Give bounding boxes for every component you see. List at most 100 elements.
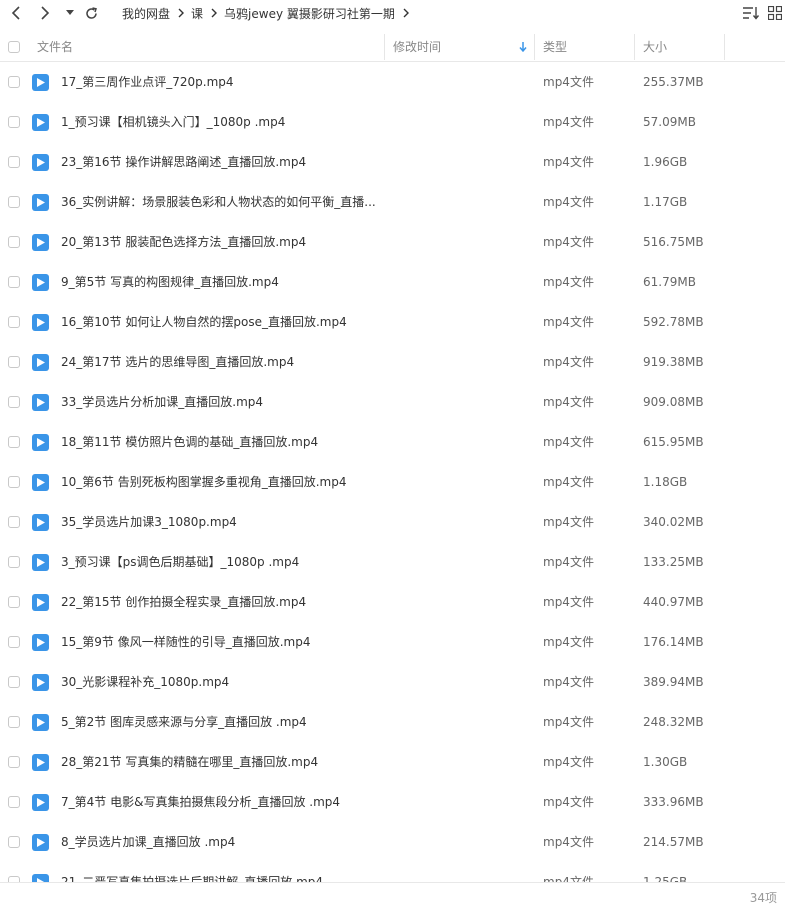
file-name[interactable]: 30_光影课程补充_1080p.mp4 — [61, 662, 376, 702]
grid-view-icon — [768, 6, 782, 20]
row-checkbox[interactable] — [8, 796, 20, 808]
row-checkbox[interactable] — [8, 356, 20, 368]
column-divider[interactable] — [534, 34, 535, 60]
file-name[interactable]: 28_第21节 写真集的精髓在哪里_直播回放.mp4 — [61, 742, 376, 782]
row-checkbox[interactable] — [8, 156, 20, 168]
row-checkbox[interactable] — [8, 636, 20, 648]
history-dropdown-button[interactable] — [63, 0, 77, 26]
file-name[interactable]: 18_第11节 模仿照片色调的基础_直播回放.mp4 — [61, 422, 376, 462]
breadcrumb-course[interactable]: 课 — [191, 5, 203, 22]
file-row[interactable]: 18_第11节 模仿照片色调的基础_直播回放.mp4 mp4文件 615.95MB — [0, 422, 785, 462]
breadcrumb-my-drive[interactable]: 我的网盘 — [122, 5, 170, 22]
file-row[interactable]: 23_第16节 操作讲解思路阐述_直播回放.mp4 mp4文件 1.96GB — [0, 142, 785, 182]
row-checkbox[interactable] — [8, 436, 20, 448]
column-header-size[interactable]: 大小 — [643, 32, 667, 61]
file-row[interactable]: 33_学员选片分析加课_直播回放.mp4 mp4文件 909.08MB — [0, 382, 785, 422]
toolbar: 我的网盘 课 乌鸦jewey 翼摄影研习社第一期 — [0, 0, 785, 26]
file-row[interactable]: 22_第15节 创作拍摄全程实录_直播回放.mp4 mp4文件 440.97MB — [0, 582, 785, 622]
sort-down-arrow-icon[interactable] — [519, 32, 527, 61]
row-checkbox[interactable] — [8, 396, 20, 408]
video-file-icon — [32, 234, 49, 251]
row-checkbox[interactable] — [8, 276, 20, 288]
row-checkbox[interactable] — [8, 756, 20, 768]
file-size: 248.32MB — [643, 715, 704, 729]
file-name[interactable]: 9_第5节 写真的构图规律_直播回放.mp4 — [61, 262, 376, 302]
row-checkbox[interactable] — [8, 596, 20, 608]
file-name[interactable]: 1_预习课【相机镜头入门】_1080p .mp4 — [61, 102, 376, 142]
refresh-button[interactable] — [81, 0, 101, 26]
view-mode-button[interactable] — [766, 0, 784, 26]
column-divider[interactable] — [724, 34, 725, 60]
file-name[interactable]: 24_第17节 选片的思维导图_直播回放.mp4 — [61, 342, 376, 382]
file-name[interactable]: 7_第4节 电影&写真集拍摄焦段分析_直播回放 .mp4 — [61, 782, 376, 822]
back-button[interactable] — [5, 0, 27, 26]
row-checkbox[interactable] — [8, 556, 20, 568]
file-name[interactable]: 16_第10节 如何让人物自然的摆pose_直播回放.mp4 — [61, 302, 376, 342]
select-all-checkbox[interactable] — [8, 32, 20, 61]
column-header-name[interactable]: 文件名 — [37, 32, 73, 61]
file-name[interactable]: 22_第15节 创作拍摄全程实录_直播回放.mp4 — [61, 582, 376, 622]
row-checkbox[interactable] — [8, 476, 20, 488]
file-size: 1.25GB — [643, 875, 688, 882]
forward-button[interactable] — [34, 0, 56, 26]
file-size: 133.25MB — [643, 555, 704, 569]
file-row[interactable]: 10_第6节 告别死板构图掌握多重视角_直播回放.mp4 mp4文件 1.18GB — [0, 462, 785, 502]
row-checkbox[interactable] — [8, 676, 20, 688]
file-name[interactable]: 8_学员选片加课_直播回放 .mp4 — [61, 822, 376, 862]
file-row[interactable]: 21_二严写真集拍摄选片后期讲解_直播回放.mp4 mp4文件 1.25GB — [0, 862, 785, 882]
file-size: 516.75MB — [643, 235, 704, 249]
file-name[interactable]: 3_预习课【ps调色后期基础】_1080p .mp4 — [61, 542, 376, 582]
file-size: 214.57MB — [643, 835, 704, 849]
file-name[interactable]: 23_第16节 操作讲解思路阐述_直播回放.mp4 — [61, 142, 376, 182]
file-row[interactable]: 5_第2节 图库灵感来源与分享_直播回放 .mp4 mp4文件 248.32MB — [0, 702, 785, 742]
file-row[interactable]: 8_学员选片加课_直播回放 .mp4 mp4文件 214.57MB — [0, 822, 785, 862]
column-divider[interactable] — [384, 34, 385, 60]
chevron-right-icon[interactable] — [403, 8, 409, 18]
row-checkbox[interactable] — [8, 236, 20, 248]
sort-menu-button[interactable] — [740, 0, 762, 26]
column-header-type[interactable]: 类型 — [543, 32, 567, 61]
chevron-right-icon — [211, 8, 218, 18]
file-row[interactable]: 30_光影课程补充_1080p.mp4 mp4文件 389.94MB — [0, 662, 785, 702]
file-name[interactable]: 21_二严写真集拍摄选片后期讲解_直播回放.mp4 — [61, 862, 376, 882]
file-name[interactable]: 10_第6节 告别死板构图掌握多重视角_直播回放.mp4 — [61, 462, 376, 502]
file-row[interactable]: 7_第4节 电影&写真集拍摄焦段分析_直播回放 .mp4 mp4文件 333.96M… — [0, 782, 785, 822]
file-row[interactable]: 15_第9节 像风一样随性的引导_直播回放.mp4 mp4文件 176.14MB — [0, 622, 785, 662]
file-row[interactable]: 16_第10节 如何让人物自然的摆pose_直播回放.mp4 mp4文件 592.7… — [0, 302, 785, 342]
file-name[interactable]: 17_第三周作业点评_720p.mp4 — [61, 62, 376, 102]
column-header-modified[interactable]: 修改时间 — [393, 32, 441, 61]
file-row[interactable]: 35_学员选片加课3_1080p.mp4 mp4文件 340.02MB — [0, 502, 785, 542]
file-row[interactable]: 9_第5节 写真的构图规律_直播回放.mp4 mp4文件 61.79MB — [0, 262, 785, 302]
file-name[interactable]: 33_学员选片分析加课_直播回放.mp4 — [61, 382, 376, 422]
file-row[interactable]: 24_第17节 选片的思维导图_直播回放.mp4 mp4文件 919.38MB — [0, 342, 785, 382]
file-type: mp4文件 — [543, 195, 594, 209]
row-checkbox[interactable] — [8, 516, 20, 528]
breadcrumb-current-folder[interactable]: 乌鸦jewey 翼摄影研习社第一期 — [224, 5, 395, 22]
row-checkbox[interactable] — [8, 836, 20, 848]
file-name[interactable]: 15_第9节 像风一样随性的引导_直播回放.mp4 — [61, 622, 376, 662]
file-size: 1.18GB — [643, 475, 688, 489]
file-row[interactable]: 36_实例讲解：场景服装色彩和人物状态的如何平衡_直播... mp4文件 1.17G… — [0, 182, 785, 222]
file-name[interactable]: 20_第13节 服装配色选择方法_直播回放.mp4 — [61, 222, 376, 262]
file-name[interactable]: 36_实例讲解：场景服装色彩和人物状态的如何平衡_直播... — [61, 182, 376, 222]
file-row[interactable]: 3_预习课【ps调色后期基础】_1080p .mp4 mp4文件 133.25MB — [0, 542, 785, 582]
video-file-icon — [32, 394, 49, 411]
row-checkbox[interactable] — [8, 116, 20, 128]
file-row[interactable]: 17_第三周作业点评_720p.mp4 mp4文件 255.37MB — [0, 62, 785, 102]
file-row[interactable]: 1_预习课【相机镜头入门】_1080p .mp4 mp4文件 57.09MB — [0, 102, 785, 142]
file-size: 1.96GB — [643, 155, 688, 169]
file-row[interactable]: 20_第13节 服装配色选择方法_直播回放.mp4 mp4文件 516.75MB — [0, 222, 785, 262]
file-name[interactable]: 5_第2节 图库灵感来源与分享_直播回放 .mp4 — [61, 702, 376, 742]
row-checkbox[interactable] — [8, 76, 20, 88]
video-file-icon — [32, 314, 49, 331]
column-divider[interactable] — [634, 34, 635, 60]
file-type: mp4文件 — [543, 755, 594, 769]
file-size: 919.38MB — [643, 355, 704, 369]
file-row[interactable]: 28_第21节 写真集的精髓在哪里_直播回放.mp4 mp4文件 1.30GB — [0, 742, 785, 782]
file-size: 592.78MB — [643, 315, 704, 329]
row-checkbox[interactable] — [8, 716, 20, 728]
row-checkbox[interactable] — [8, 316, 20, 328]
file-type: mp4文件 — [543, 555, 594, 569]
file-name[interactable]: 35_学员选片加课3_1080p.mp4 — [61, 502, 376, 542]
row-checkbox[interactable] — [8, 196, 20, 208]
